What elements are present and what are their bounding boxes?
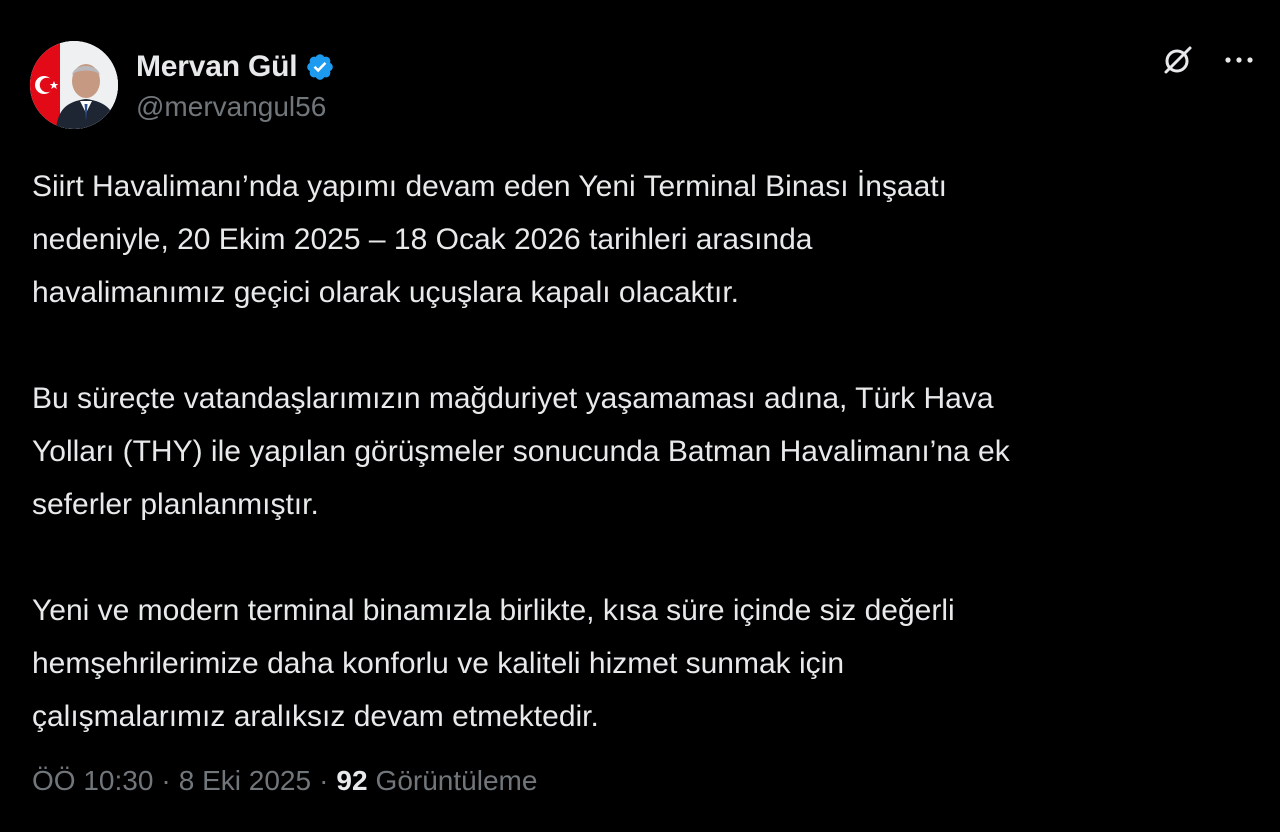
author-display-name[interactable]: Mervan Gül: [136, 50, 298, 84]
tweet-actions-top: [1160, 42, 1256, 78]
tweet-paragraph: Yeni ve modern terminal binamızla birlik…: [32, 594, 955, 733]
tweet-text: Siirt Havalimanı’nda yapımı devam eden Y…: [32, 160, 1262, 743]
meta-separator: ·: [319, 765, 329, 796]
grok-icon[interactable]: [1160, 42, 1196, 78]
tweet-paragraph: Bu süreçte vatandaşlarımızın mağduriyet …: [32, 382, 1010, 521]
author-handle[interactable]: @mervangul56: [136, 91, 335, 123]
avatar-image: [30, 41, 118, 129]
views-count[interactable]: 92: [336, 765, 367, 797]
tweet-header: Mervan Gül @mervangul56: [30, 40, 335, 130]
meta-separator: ·: [161, 765, 171, 796]
tweet: Mervan Gül @mervangul56 Siirt Havalimanı…: [0, 0, 1280, 832]
more-icon[interactable]: [1222, 43, 1256, 77]
author-names: Mervan Gül @mervangul56: [136, 47, 335, 123]
tweet-meta: ÖÖ 10:30 · 8 Eki 2025 · 92 Görüntüleme: [32, 765, 537, 797]
tweet-date[interactable]: 8 Eki 2025: [179, 765, 311, 797]
tweet-paragraph: Siirt Havalimanı’nda yapımı devam eden Y…: [32, 170, 947, 309]
views-label[interactable]: Görüntüleme: [376, 765, 538, 797]
verified-badge-icon[interactable]: [305, 52, 335, 82]
name-row: Mervan Gül: [136, 47, 335, 87]
avatar[interactable]: [30, 41, 118, 129]
tweet-time[interactable]: ÖÖ 10:30: [32, 765, 153, 797]
